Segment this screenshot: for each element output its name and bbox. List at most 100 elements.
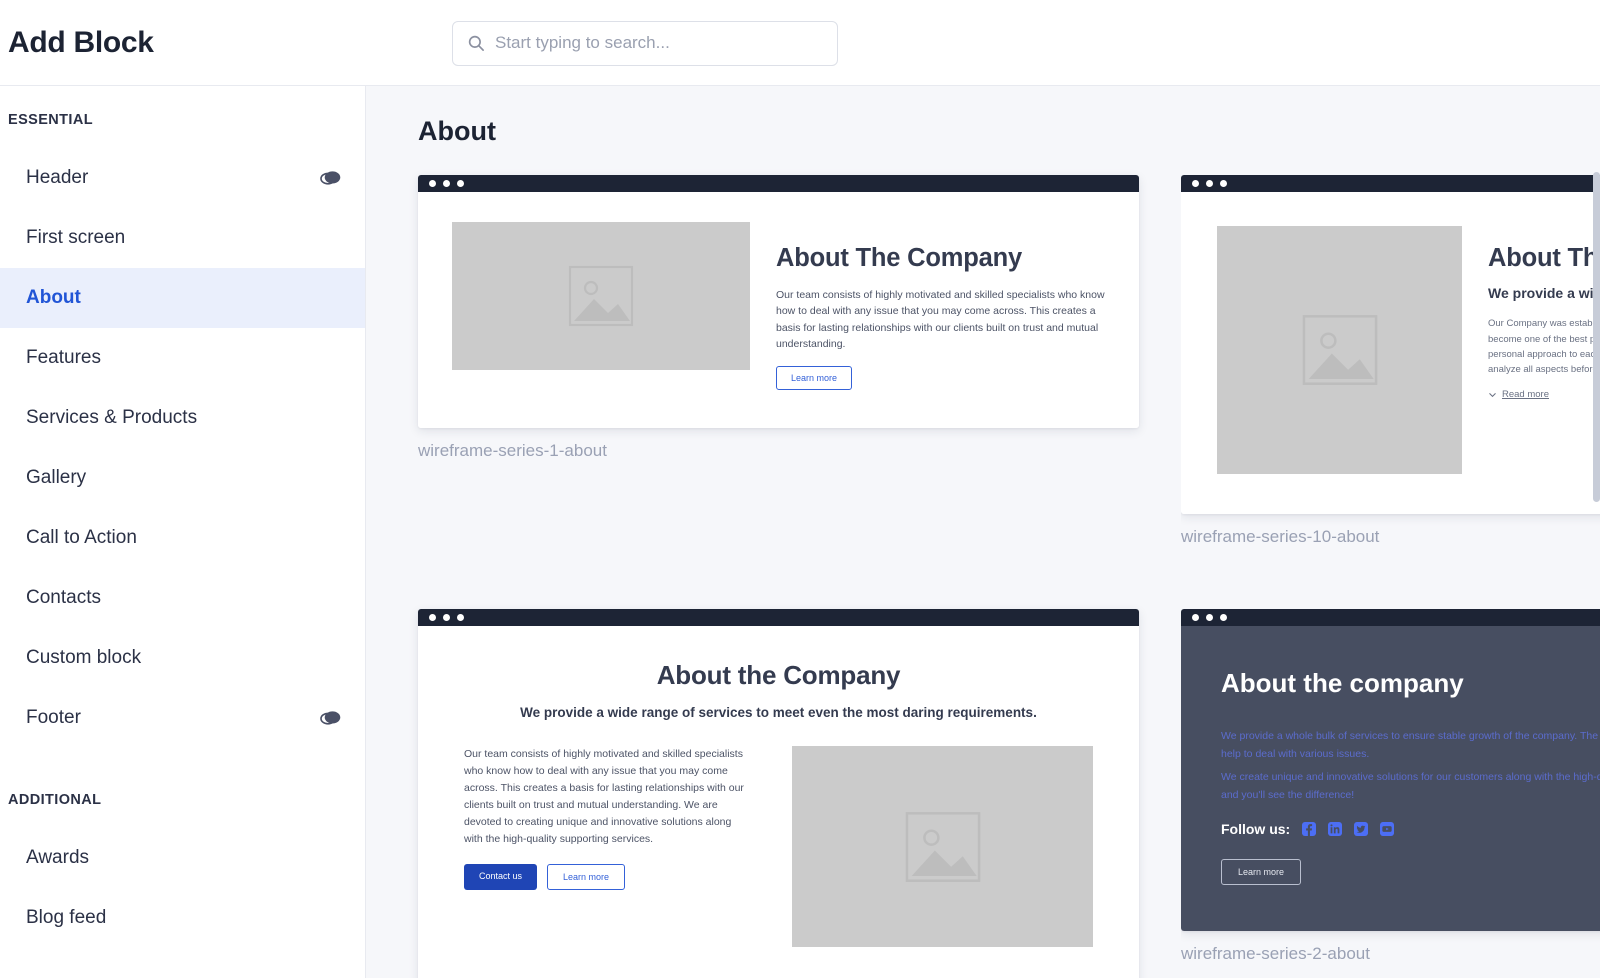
- sidebar-item-blog-feed[interactable]: Blog feed: [0, 888, 365, 948]
- sidebar-item-header[interactable]: Header: [0, 148, 365, 208]
- follow-us-row: Follow us:: [1221, 821, 1600, 837]
- section-title: About: [418, 116, 496, 146]
- wireframe-heading: About The Company: [1488, 244, 1600, 272]
- card-text-column: About The Company We provide a wide rang…: [1488, 226, 1600, 474]
- chrome-dot-icon: [1220, 614, 1227, 621]
- linkedin-icon[interactable]: [1328, 821, 1343, 836]
- block-card-wireframe-series-11-about[interactable]: About the Company We provide a wide rang…: [418, 609, 1139, 978]
- card-preview-body: About the company We provide a whole bul…: [1181, 626, 1600, 931]
- follow-us-label: Follow us:: [1221, 820, 1291, 837]
- chrome-dot-icon: [1192, 614, 1199, 621]
- twitter-icon[interactable]: [1354, 821, 1369, 836]
- wireframe-paragraph: Our team consists of highly motivated an…: [776, 289, 1105, 350]
- browser-chrome-bar: [418, 609, 1139, 626]
- sidebar-item-custom-block[interactable]: Custom block: [0, 628, 365, 688]
- chrome-dot-icon: [457, 614, 464, 621]
- wireframe-paragraph: We provide a whole bulk of services to e…: [1221, 730, 1600, 761]
- main-content: About About The Company Our team consist…: [366, 86, 1600, 978]
- card-caption: wireframe-series-10-about: [1181, 527, 1380, 546]
- chrome-dot-icon: [429, 180, 436, 187]
- image-placeholder-icon: [1217, 226, 1462, 474]
- body-row: ESSENTIAL Header First screen About Feat…: [0, 86, 1600, 978]
- block-grid: About The Company Our team consists of h…: [418, 175, 1600, 978]
- browser-chrome-bar: [418, 175, 1139, 192]
- browser-chrome-bar: [1181, 609, 1600, 626]
- card-frame[interactable]: About the Company We provide a wide rang…: [418, 609, 1139, 978]
- search-input[interactable]: [495, 33, 823, 53]
- sidebar-item-label: Awards: [26, 847, 90, 868]
- card-caption: wireframe-series-2-about: [1181, 943, 1370, 963]
- sidebar-item-footer[interactable]: Footer: [0, 688, 365, 748]
- browser-chrome-bar: [1181, 175, 1600, 192]
- sidebar-item-first-screen[interactable]: First screen: [0, 208, 365, 268]
- block-card-wireframe-series-2-about[interactable]: About the company We provide a whole bul…: [1181, 609, 1600, 978]
- sidebar-item-label: Services & Products: [26, 407, 198, 428]
- card-columns: Our team consists of highly motivated an…: [464, 746, 1093, 947]
- image-placeholder-icon: [452, 222, 750, 370]
- chrome-dot-icon: [1206, 614, 1213, 621]
- learn-more-button[interactable]: Learn more: [1221, 858, 1302, 885]
- image-placeholder-icon: [792, 746, 1093, 947]
- card-caption: wireframe-series-1-about: [418, 441, 607, 461]
- sidebar-item-contacts[interactable]: Contacts: [0, 568, 365, 628]
- chrome-dot-icon: [457, 180, 464, 187]
- card-preview-body: About The Company Our team consists of h…: [418, 192, 1139, 429]
- read-more-label: Read more: [1502, 388, 1549, 400]
- chrome-dot-icon: [443, 614, 450, 621]
- wireframe-heading: About The Company: [776, 244, 1022, 272]
- wireframe-paragraph: We create unique and innovative solution…: [1221, 770, 1600, 802]
- eye-off-icon[interactable]: [317, 709, 343, 727]
- sidebar-item-awards[interactable]: Awards: [0, 828, 365, 888]
- chrome-dot-icon: [1206, 180, 1213, 187]
- sidebar-group-title-essential: ESSENTIAL: [8, 112, 93, 128]
- sidebar-item-label: Gallery: [26, 467, 87, 488]
- block-card-wireframe-series-10-about[interactable]: About The Company We provide a wide rang…: [1181, 175, 1600, 547]
- learn-more-button[interactable]: Learn more: [547, 864, 626, 890]
- sidebar-item-label: Custom block: [26, 647, 142, 668]
- button-row: Contact us Learn more: [464, 864, 750, 890]
- page-scrollbar[interactable]: [1593, 172, 1600, 978]
- top-bar: Add Block: [0, 0, 1600, 86]
- chrome-dot-icon: [1220, 180, 1227, 187]
- wireframe-paragraph: Our team consists of highly motivated an…: [464, 748, 744, 845]
- sidebar-group-title-additional: ADDITIONAL: [8, 792, 102, 808]
- wireframe-heading: About the company: [1221, 668, 1464, 698]
- contact-us-button[interactable]: Contact us: [464, 864, 538, 890]
- sidebar-item-label: Footer: [26, 707, 81, 728]
- learn-more-button[interactable]: Learn more: [776, 366, 853, 391]
- sidebar-item-label: Call to Action: [26, 527, 137, 548]
- sidebar-item-label: Blog feed: [26, 907, 107, 928]
- sidebar-item-services-products[interactable]: Services & Products: [0, 388, 365, 448]
- sidebar-item-label: Contacts: [26, 587, 101, 608]
- block-card-wireframe-series-1-about[interactable]: About The Company Our team consists of h…: [418, 175, 1139, 547]
- search-icon: [468, 35, 484, 51]
- sidebar-item-label: Header: [26, 167, 89, 188]
- page-title: Add Block: [8, 26, 154, 59]
- sidebar-item-gallery[interactable]: Gallery: [0, 448, 365, 508]
- sidebar-item-about[interactable]: About: [0, 268, 365, 328]
- facebook-icon[interactable]: [1302, 821, 1317, 836]
- chrome-dot-icon: [443, 180, 450, 187]
- wireframe-heading: About the Company: [656, 660, 901, 690]
- page-scrollbar-thumb[interactable]: [1593, 172, 1600, 502]
- chrome-dot-icon: [1192, 180, 1199, 187]
- read-more-link[interactable]: Read more: [1488, 389, 1600, 400]
- search-box[interactable]: [452, 20, 838, 66]
- card-frame[interactable]: About the company We provide a whole bul…: [1181, 609, 1600, 931]
- sidebar-item-label: Features: [26, 347, 101, 368]
- sidebar-item-features[interactable]: Features: [0, 328, 365, 388]
- card-preview-body: About the Company We provide a wide rang…: [418, 626, 1139, 978]
- youtube-icon[interactable]: [1380, 821, 1395, 836]
- chevron-down-icon: [1489, 392, 1496, 397]
- card-text-column: About The Company Our team consists of h…: [776, 222, 1113, 391]
- sidebar-item-label: About: [26, 287, 81, 308]
- eye-off-icon[interactable]: [317, 169, 343, 187]
- wireframe-subheading: We provide a wide range of services to m…: [1488, 285, 1600, 301]
- card-text-column: Our team consists of highly motivated an…: [464, 746, 750, 947]
- card-frame[interactable]: About The Company We provide a wide rang…: [1181, 175, 1600, 514]
- wireframe-paragraph: Our Company was established in 2005 by a…: [1488, 318, 1600, 376]
- sidebar-item-call-to-action[interactable]: Call to Action: [0, 508, 365, 568]
- chrome-dot-icon: [429, 614, 436, 621]
- sidebar: ESSENTIAL Header First screen About Feat…: [0, 86, 366, 978]
- card-frame[interactable]: About The Company Our team consists of h…: [418, 175, 1139, 429]
